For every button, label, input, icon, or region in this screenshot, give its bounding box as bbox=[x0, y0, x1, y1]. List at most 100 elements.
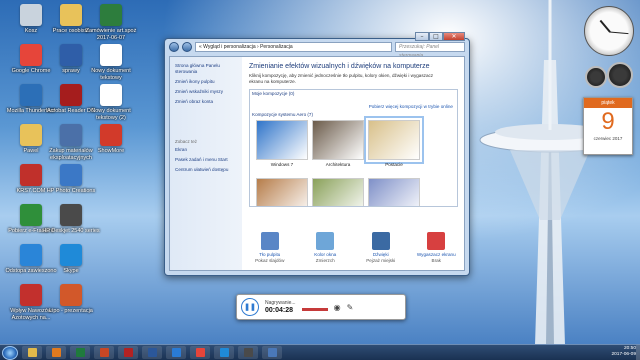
desktop-icon[interactable]: HP Photo Creations bbox=[42, 164, 100, 195]
taskbar-button[interactable] bbox=[142, 346, 162, 359]
desktop-icon[interactable]: Lipo - prezentacja bbox=[42, 284, 100, 315]
desktop-icon-label: HP Photo Creations bbox=[46, 188, 96, 194]
theme-thumbnail[interactable] bbox=[368, 178, 420, 206]
page-description: Kliknij kompozycję, aby zmienić jednocze… bbox=[249, 73, 434, 84]
forward-button[interactable] bbox=[182, 42, 192, 52]
setting-label: Wygaszacz ekranu bbox=[416, 252, 456, 257]
theme-thumbnail[interactable] bbox=[312, 178, 364, 206]
pause-button[interactable]: ❚❚ bbox=[241, 298, 259, 316]
recording-status: Nagrywanie... bbox=[265, 300, 296, 306]
desktop-icon-label: Nowy dokument tekstowy bbox=[91, 68, 131, 81]
see-also-heading: Zobacz też bbox=[175, 139, 198, 144]
theme-name: Windows 7 bbox=[270, 162, 294, 167]
left-nav-link[interactable]: Zmień wskaźniki myszy bbox=[175, 89, 237, 95]
clock-gadget[interactable] bbox=[584, 6, 634, 56]
desktop-icon-label: Nowy dokument tekstowy (2) bbox=[91, 108, 131, 121]
screen-recorder-toolbar: ❚❚ Nagrywanie... 00:04:28 ◉ ✎ bbox=[236, 294, 406, 320]
desktop-icon-image bbox=[60, 44, 82, 66]
calendar-weekday: piątek bbox=[584, 98, 632, 108]
cpu-meter-gadget[interactable] bbox=[585, 62, 633, 92]
personalization-setting[interactable]: Wygaszacz ekranu Brak bbox=[412, 232, 460, 270]
taskbar-button[interactable] bbox=[214, 346, 234, 359]
desktop-icon-label: ShowMore bbox=[97, 148, 125, 154]
chrome-icon bbox=[195, 348, 205, 357]
left-navigation-pane: Strona główna Panelu sterowania Zmień ik… bbox=[170, 57, 242, 270]
control-panel-home-link[interactable]: Strona główna Panelu sterowania bbox=[175, 63, 237, 75]
desktop-icon-image bbox=[20, 284, 42, 306]
recording-time: 00:04:28 bbox=[265, 307, 294, 314]
explorer-icon bbox=[27, 348, 37, 357]
theme-thumbnail[interactable]: Windows 7 bbox=[256, 120, 308, 167]
word-icon bbox=[147, 348, 157, 357]
see-also-link[interactable]: Centrum ułatwień dostępu bbox=[175, 167, 237, 173]
calendar-gadget[interactable]: piątek 9 czerwiec 2017 bbox=[583, 97, 633, 155]
see-also-link[interactable]: Ekran bbox=[175, 147, 237, 153]
address-bar[interactable]: « Wygląd i personalizacja › Personalizac… bbox=[195, 42, 392, 52]
taskbar-button[interactable] bbox=[166, 346, 186, 359]
calendar-day: 9 bbox=[601, 108, 615, 135]
taskbar-button[interactable] bbox=[238, 346, 258, 359]
desktop-icon[interactable]: Skype bbox=[42, 244, 100, 275]
taskbar-button[interactable] bbox=[46, 346, 66, 359]
desktop-icon-image bbox=[20, 204, 42, 226]
setting-value: Zmierzch bbox=[315, 257, 335, 263]
main-content: Zmienianie efektów wizualnych i dźwięków… bbox=[242, 57, 464, 270]
desktop-icon-label: HP Deskjet 2540 series bbox=[42, 228, 100, 234]
desktop-icon-image bbox=[60, 244, 82, 266]
desktop-icon-image bbox=[100, 44, 122, 66]
desktop-icon-image bbox=[20, 44, 42, 66]
desktop-icon[interactable]: Zamówienie art.spoż 2017-06-07 bbox=[82, 4, 140, 42]
close-button[interactable]: ✕ bbox=[443, 32, 465, 41]
taskbar-button[interactable] bbox=[118, 346, 138, 359]
system-clock[interactable]: 20:50 2017-06-09 bbox=[611, 346, 636, 358]
setting-value: Brak bbox=[431, 257, 441, 263]
taskbar-button[interactable] bbox=[262, 346, 282, 359]
back-button[interactable] bbox=[169, 42, 179, 52]
theme-thumbnail[interactable] bbox=[256, 178, 308, 206]
acrobat-icon bbox=[123, 348, 133, 357]
volume-level-bar[interactable] bbox=[301, 307, 328, 311]
window-titlebar[interactable]: « Wygląd i personalizacja › Personalizac… bbox=[165, 32, 469, 59]
excel-icon bbox=[75, 348, 85, 357]
maximize-button[interactable]: □ bbox=[429, 32, 443, 41]
taskbar-button[interactable] bbox=[190, 346, 210, 359]
minimize-button[interactable]: – bbox=[415, 32, 429, 41]
taskbar-button[interactable] bbox=[70, 346, 90, 359]
personalization-setting[interactable]: Kolor okna Zmierzch bbox=[301, 232, 349, 270]
cpu-dial-icon bbox=[585, 66, 607, 88]
left-nav-link[interactable]: Zmień obraz konta bbox=[175, 99, 237, 105]
setting-value: Pejzaż miejski bbox=[366, 257, 396, 263]
personalization-setting[interactable]: Tło pulpitu Pokaz slajdów bbox=[246, 232, 294, 270]
personalization-window[interactable]: « Wygląd i personalizacja › Personalizac… bbox=[164, 32, 470, 276]
desktop-icon-image bbox=[60, 124, 82, 146]
skype-icon bbox=[219, 348, 229, 357]
desktop-icon[interactable]: Nowy dokument tekstowy bbox=[82, 44, 140, 82]
get-more-themes-link[interactable]: Pobierz więcej kompozycji w trybie onlin… bbox=[369, 104, 453, 109]
desktop-icon[interactable]: ShowMore bbox=[82, 124, 140, 155]
see-also-link[interactable]: Pasek zadań i menu Start bbox=[175, 157, 237, 163]
desktop-icon-image bbox=[100, 124, 122, 146]
theme-gallery[interactable]: Moje kompozycje (0) Pobierz więcej kompo… bbox=[249, 89, 458, 207]
media-player-icon bbox=[51, 348, 61, 357]
desktop-icon-image bbox=[20, 244, 42, 266]
search-input[interactable]: Przeszukaj: Panel sterowania bbox=[395, 42, 465, 59]
start-button[interactable] bbox=[2, 345, 18, 360]
theme-thumbnail[interactable]: Architektura bbox=[312, 120, 364, 167]
taskbar-button[interactable] bbox=[22, 346, 42, 359]
setting-icon bbox=[427, 232, 446, 250]
setting-value: Pokaz slajdów bbox=[255, 257, 285, 263]
calendar-month: czerwiec 2017 bbox=[593, 136, 623, 141]
desktop-icon[interactable]: Nowy dokument tekstowy (2) bbox=[82, 84, 140, 122]
show-desktop-button[interactable] bbox=[636, 345, 640, 360]
webcam-icon[interactable]: ◉ bbox=[334, 303, 341, 312]
personalization-setting[interactable]: Dźwięki Pejzaż miejski bbox=[357, 232, 405, 270]
taskbar-button[interactable] bbox=[94, 346, 114, 359]
pencil-icon[interactable]: ✎ bbox=[347, 303, 354, 312]
desktop-icon-image bbox=[20, 4, 42, 26]
left-nav-link[interactable]: Zmień ikony pulpitu bbox=[175, 79, 237, 85]
powerpoint-icon bbox=[99, 348, 109, 357]
memory-dial-icon bbox=[607, 62, 633, 88]
desktop-icon-image bbox=[60, 84, 82, 106]
desktop-icon[interactable]: HP Deskjet 2540 series bbox=[42, 204, 100, 235]
theme-thumbnail[interactable]: Postacie bbox=[364, 116, 424, 167]
